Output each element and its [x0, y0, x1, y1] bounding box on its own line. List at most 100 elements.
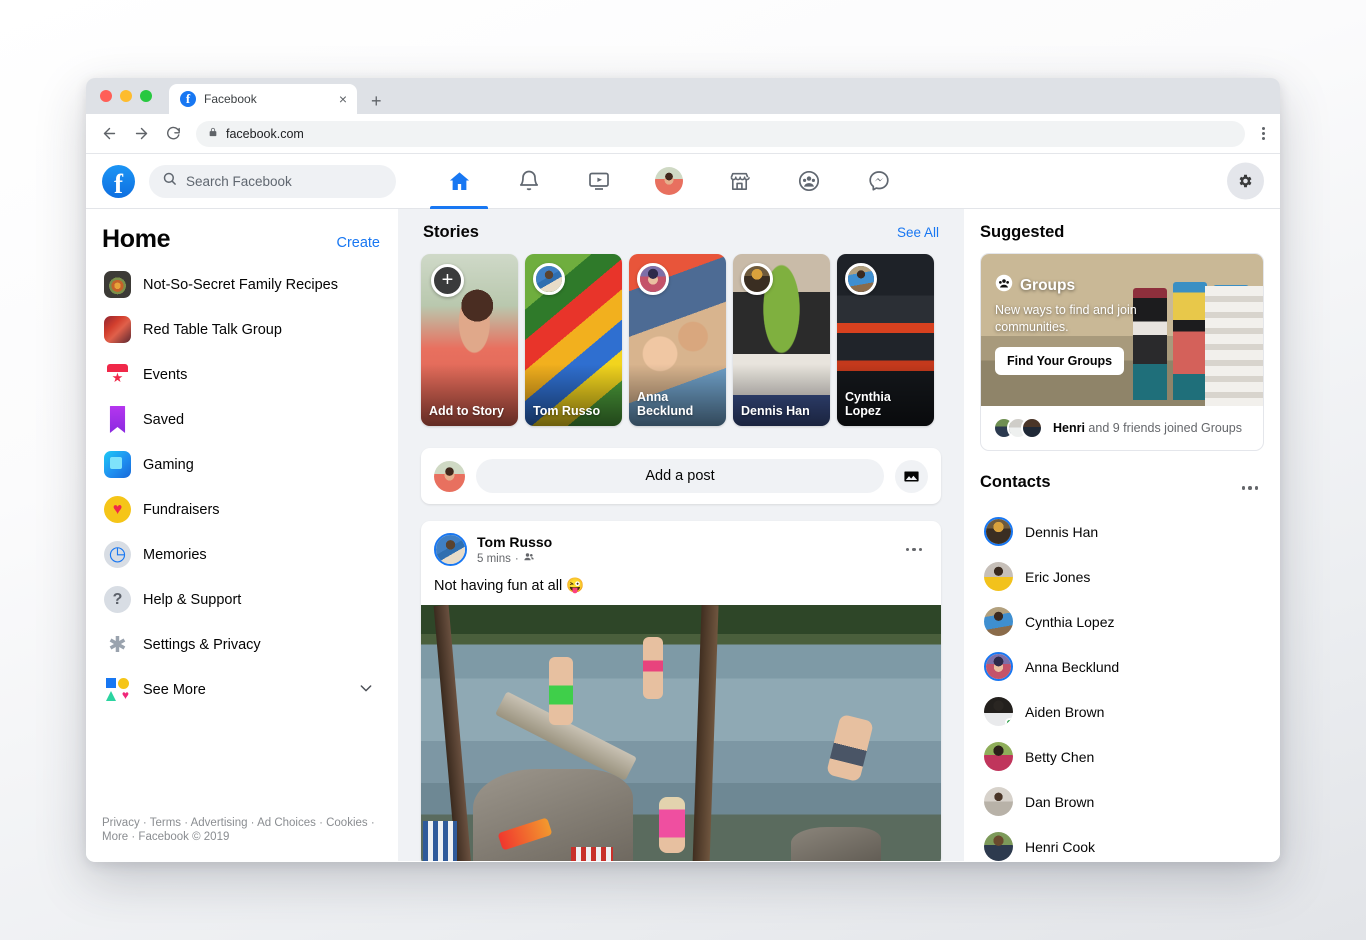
- sidebar-item-red-table-talk[interactable]: Red Table Talk Group: [100, 307, 384, 352]
- suggested-card-image: Groups New ways to find and join communi…: [981, 254, 1263, 406]
- avatar: [984, 832, 1013, 861]
- photo-icon[interactable]: [895, 459, 928, 493]
- heart-icon: [104, 496, 131, 523]
- contact-row-cynthia-lopez[interactable]: Cynthia Lopez: [980, 599, 1264, 644]
- story-card-add-to-story[interactable]: + Add to Story: [421, 254, 518, 426]
- main-nav-tabs: [424, 154, 914, 209]
- avatar: [434, 460, 465, 492]
- maximize-window-button[interactable]: [140, 90, 152, 102]
- sidebar-item-label: Not-So-Secret Family Recipes: [143, 276, 338, 293]
- settings-gear-icon[interactable]: [1227, 162, 1264, 200]
- browser-tab[interactable]: f Facebook ×: [169, 84, 357, 114]
- close-tab-icon[interactable]: ×: [337, 90, 349, 108]
- post-image[interactable]: [421, 605, 941, 861]
- story-card-cynthia-lopez[interactable]: Cynthia Lopez: [837, 254, 934, 426]
- browser-tab-strip: f Facebook × +: [86, 78, 1280, 114]
- contact-name: Aiden Brown: [1025, 703, 1105, 720]
- nav-tab-groups[interactable]: [774, 154, 844, 209]
- chevron-down-icon[interactable]: [358, 680, 380, 699]
- contacts-list: Dennis Han Eric Jones Cynthia Lopez Anna…: [980, 509, 1264, 861]
- sidebar-item-label: Fundraisers: [143, 501, 220, 518]
- suggested-card-footer-text: Henri and 9 friends joined Groups: [1053, 421, 1242, 435]
- contacts-header: Contacts: [980, 473, 1264, 503]
- online-status-indicator: [1005, 718, 1013, 726]
- post-author[interactable]: Tom Russo: [477, 533, 890, 551]
- suggested-footer-rest: and 9 friends joined Groups: [1084, 421, 1242, 435]
- sidebar-header: Home Create: [100, 225, 384, 262]
- sidebar-item-see-more[interactable]: See More: [100, 667, 384, 712]
- contacts-more-options-icon[interactable]: [1236, 480, 1265, 496]
- page-body: Home Create Not-So-Secret Family Recipes…: [86, 209, 1280, 861]
- avatar: [984, 787, 1013, 816]
- sidebar-item-label: Events: [143, 366, 188, 383]
- contact-row-eric-jones[interactable]: Eric Jones: [980, 554, 1264, 599]
- story-card-anna-becklund[interactable]: Anna Becklund: [629, 254, 726, 426]
- sidebar-item-label: Memories: [143, 546, 207, 563]
- nav-tab-messenger[interactable]: [844, 154, 914, 209]
- nav-tab-watch[interactable]: [564, 154, 634, 209]
- minimize-window-button[interactable]: [120, 90, 132, 102]
- sidebar-item-help-support[interactable]: Help & Support: [100, 577, 384, 622]
- sidebar-item-gaming[interactable]: Gaming: [100, 442, 384, 487]
- clock-icon: [104, 541, 131, 568]
- post-more-options-icon[interactable]: [900, 542, 929, 558]
- nav-tab-home[interactable]: [424, 154, 494, 209]
- create-link[interactable]: Create: [336, 235, 380, 251]
- close-window-button[interactable]: [100, 90, 112, 102]
- avatar: [984, 697, 1013, 726]
- sidebar-item-events[interactable]: Events: [100, 352, 384, 397]
- contact-row-dennis-han[interactable]: Dennis Han: [980, 509, 1264, 554]
- story-label: Cynthia Lopez: [845, 389, 891, 419]
- avatar: [984, 517, 1013, 546]
- story-label: Tom Russo: [533, 404, 601, 419]
- story-card-tom-russo[interactable]: Tom Russo: [525, 254, 622, 426]
- contact-row-anna-becklund[interactable]: Anna Becklund: [980, 644, 1264, 689]
- contact-name: Dennis Han: [1025, 523, 1099, 540]
- suggested-groups-card[interactable]: Groups New ways to find and join communi…: [980, 253, 1264, 451]
- forward-icon[interactable]: [132, 125, 150, 143]
- nav-tab-profile[interactable]: [634, 154, 704, 209]
- contact-row-henri-cook[interactable]: Henri Cook: [980, 824, 1264, 861]
- sidebar-item-settings-privacy[interactable]: Settings & Privacy: [100, 622, 384, 667]
- sidebar-item-fundraisers[interactable]: Fundraisers: [100, 487, 384, 532]
- avatar: [984, 742, 1013, 771]
- contact-name: Eric Jones: [1025, 568, 1091, 585]
- group-photo-icon: [104, 271, 131, 298]
- address-bar[interactable]: facebook.com: [196, 120, 1245, 147]
- facebook-logo-icon[interactable]: f: [102, 164, 135, 198]
- search-input[interactable]: Search Facebook: [149, 164, 396, 198]
- lock-icon: [208, 126, 218, 141]
- contact-row-aiden-brown[interactable]: Aiden Brown: [980, 689, 1264, 734]
- friends-icon: [523, 551, 535, 566]
- shapes-icon: [104, 676, 131, 703]
- nav-tab-marketplace[interactable]: [704, 154, 774, 209]
- avatar[interactable]: [434, 533, 467, 567]
- contact-row-betty-chen[interactable]: Betty Chen: [980, 734, 1264, 779]
- sidebar-item-label: See More: [143, 681, 206, 698]
- sidebar-item-saved[interactable]: Saved: [100, 397, 384, 442]
- contact-row-dan-brown[interactable]: Dan Brown: [980, 779, 1264, 824]
- new-tab-button[interactable]: +: [371, 92, 382, 110]
- browser-menu-icon[interactable]: [1259, 123, 1268, 144]
- plus-icon[interactable]: +: [431, 264, 464, 297]
- gear-icon: [104, 631, 131, 658]
- sidebar-item-memories[interactable]: Memories: [100, 532, 384, 577]
- stories-see-all-link[interactable]: See All: [897, 225, 939, 240]
- story-label: Dennis Han: [741, 404, 810, 419]
- avatar: [984, 562, 1013, 591]
- story-card-dennis-han[interactable]: Dennis Han: [733, 254, 830, 426]
- facebook-header: f Search Facebook: [86, 154, 1280, 209]
- sidebar-footer-links[interactable]: Privacy · Terms · Advertising · Ad Choic…: [102, 816, 384, 845]
- search-icon: [162, 171, 177, 191]
- nav-tab-notifications[interactable]: [494, 154, 564, 209]
- back-icon[interactable]: [100, 125, 118, 143]
- reload-icon[interactable]: [164, 125, 182, 143]
- feed-post: Tom Russo 5 mins · Not having fun at all…: [421, 521, 941, 861]
- sidebar-item-recipes[interactable]: Not-So-Secret Family Recipes: [100, 262, 384, 307]
- stories-heading: Stories: [423, 223, 479, 241]
- find-your-groups-button[interactable]: Find Your Groups: [995, 347, 1125, 375]
- add-post-input[interactable]: Add a post: [476, 459, 884, 493]
- stories-header: Stories See All: [421, 223, 941, 254]
- story-avatar: [533, 263, 565, 295]
- avatar: [1021, 417, 1043, 439]
